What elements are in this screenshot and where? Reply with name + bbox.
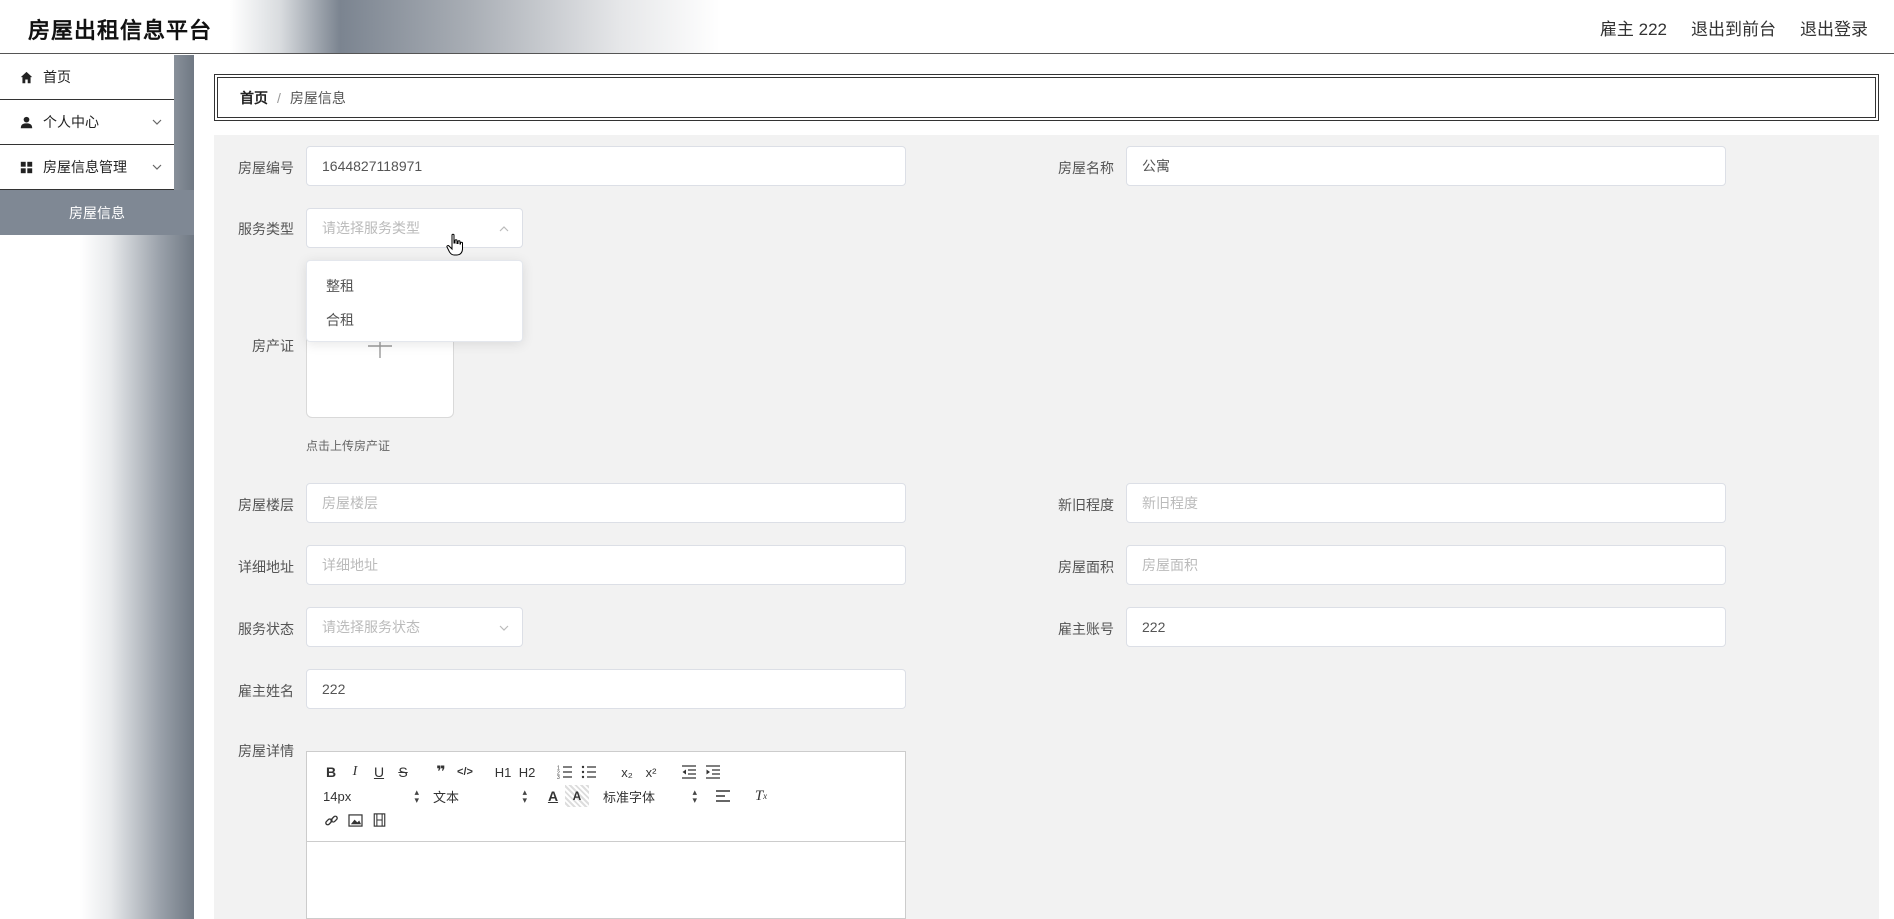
house-name-label: 房屋名称: [1058, 160, 1114, 176]
select-arrows-icon: ▴ ▾: [414, 787, 419, 805]
sidebar-item-label: 个人中心: [43, 114, 99, 130]
house-name-input[interactable]: 公寓: [1126, 146, 1726, 186]
top-header: 房屋出租信息平台 雇主 222 退出到前台 退出登录: [0, 0, 1894, 54]
breadcrumb-current: 房屋信息: [289, 89, 346, 106]
user-name[interactable]: 雇主 222: [1600, 15, 1667, 40]
editor-toolbar: B I U S ❞ </> H1 H2 123 x₂ x² 14px ▴ ▾ 文…: [307, 752, 905, 842]
bullet-list-icon[interactable]: [577, 761, 601, 783]
text-type-value: 文本: [433, 789, 460, 805]
address-label: 详细地址: [238, 559, 294, 575]
editor-content-area[interactable]: [307, 842, 905, 918]
breadcrumb: 首页 / 房屋信息: [214, 74, 1879, 121]
employer-account-input[interactable]: 222: [1126, 607, 1726, 647]
h1-icon[interactable]: H1: [491, 761, 515, 783]
grid-icon: [19, 160, 33, 174]
strike-icon[interactable]: S: [391, 761, 415, 783]
service-type-placeholder: 请选择服务类型: [322, 220, 420, 236]
user-icon: [19, 115, 33, 129]
hand-cursor-icon: [446, 233, 463, 256]
sidebar-item-label: 首页: [43, 69, 71, 85]
ordered-list-icon[interactable]: 123: [553, 761, 577, 783]
image-icon[interactable]: [343, 809, 367, 831]
app-title: 房屋出租信息平台: [28, 18, 213, 43]
certificate-upload-hint: 点击上传房产证: [306, 439, 391, 453]
video-icon[interactable]: [367, 809, 391, 831]
italic-icon[interactable]: I: [343, 761, 367, 783]
certificate-label: 房产证: [252, 338, 294, 354]
service-status-placeholder: 请选择服务状态: [322, 619, 420, 635]
chevron-down-icon: [499, 625, 509, 631]
floor-input[interactable]: 房屋楼层: [306, 483, 906, 523]
sidebar-item-label: 房屋信息管理: [43, 159, 127, 175]
details-label: 房屋详情: [238, 743, 294, 759]
floor-label: 房屋楼层: [238, 497, 294, 513]
service-type-select[interactable]: 请选择服务类型: [306, 208, 523, 248]
service-status-select[interactable]: 请选择服务状态: [306, 607, 523, 647]
font-family-value: 标准字体: [603, 789, 656, 805]
back-to-front-link[interactable]: 退出到前台: [1691, 15, 1776, 40]
logout-link[interactable]: 退出登录: [1800, 15, 1868, 40]
service-type-option[interactable]: 合租: [307, 303, 522, 337]
blockquote-icon[interactable]: ❞: [429, 761, 453, 783]
sidebar-subitem-house-info[interactable]: 房屋信息: [0, 190, 194, 235]
font-family-select[interactable]: 标准字体 ▴ ▾: [603, 785, 697, 807]
sidebar-item-personal-center[interactable]: 个人中心: [0, 100, 174, 145]
employer-account-label: 雇主账号: [1058, 621, 1114, 637]
header-actions: 雇主 222 退出到前台 退出登录: [1600, 15, 1868, 40]
chevron-down-icon: [152, 119, 162, 125]
bold-icon[interactable]: B: [319, 761, 343, 783]
condition-input[interactable]: 新旧程度: [1126, 483, 1726, 523]
sidebar-item-home[interactable]: 首页: [0, 55, 174, 100]
indent-icon[interactable]: [701, 761, 725, 783]
code-block-icon[interactable]: </>: [453, 761, 477, 783]
chevron-up-icon: [499, 226, 509, 232]
employer-name-label: 雇主姓名: [238, 683, 294, 699]
sidebar-item-house-management[interactable]: 房屋信息管理: [0, 145, 174, 190]
service-type-option[interactable]: 整租: [307, 269, 522, 303]
rich-text-editor: B I U S ❞ </> H1 H2 123 x₂ x² 14px ▴ ▾ 文…: [306, 751, 906, 919]
condition-label: 新旧程度: [1058, 497, 1114, 513]
area-label: 房屋面积: [1058, 559, 1114, 575]
link-icon[interactable]: [319, 809, 343, 831]
sidebar: 首页 个人中心 房屋信息管理 房屋信息: [0, 55, 194, 919]
service-status-label: 服务状态: [238, 621, 294, 637]
breadcrumb-home[interactable]: 首页: [240, 88, 268, 108]
h2-icon[interactable]: H2: [515, 761, 539, 783]
subscript-icon[interactable]: x₂: [615, 761, 639, 783]
font-size-select[interactable]: 14px ▴ ▾: [319, 785, 419, 807]
background-color-icon[interactable]: A: [565, 785, 589, 807]
service-type-label: 服务类型: [238, 221, 294, 237]
outdent-icon[interactable]: [677, 761, 701, 783]
text-type-select[interactable]: 文本 ▴ ▾: [433, 785, 527, 807]
svg-text:3: 3: [557, 775, 560, 779]
service-type-dropdown: 整租 合租: [306, 260, 523, 342]
breadcrumb-separator: /: [277, 89, 281, 106]
superscript-icon[interactable]: x²: [639, 761, 663, 783]
house-no-label: 房屋编号: [238, 160, 294, 176]
font-color-icon[interactable]: A: [541, 785, 565, 807]
area-input[interactable]: 房屋面积: [1126, 545, 1726, 585]
employer-name-input[interactable]: 222: [306, 669, 906, 709]
align-icon[interactable]: [711, 785, 735, 807]
underline-icon[interactable]: U: [367, 761, 391, 783]
select-arrows-icon: ▴ ▾: [522, 787, 527, 805]
font-size-value: 14px: [323, 788, 352, 804]
house-no-input[interactable]: 1644827118971: [306, 146, 906, 186]
select-arrows-icon: ▴ ▾: [692, 787, 697, 805]
address-input[interactable]: 详细地址: [306, 545, 906, 585]
home-icon: [19, 70, 33, 84]
clear-format-icon[interactable]: Tx: [749, 785, 773, 807]
chevron-down-icon: [152, 164, 162, 170]
